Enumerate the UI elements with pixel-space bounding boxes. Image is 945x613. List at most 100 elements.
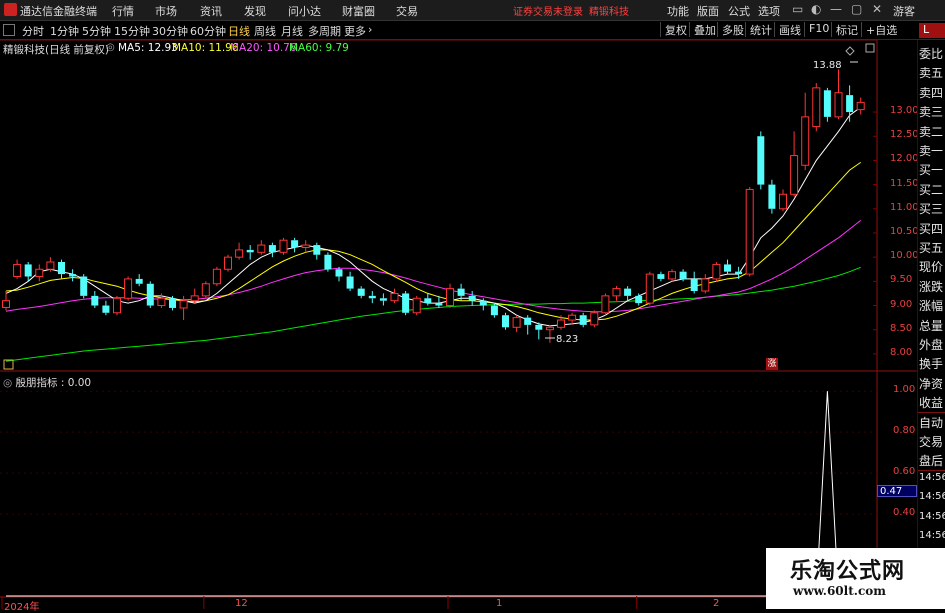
candle-body-down bbox=[80, 276, 88, 296]
candle bbox=[846, 85, 854, 122]
candle bbox=[690, 271, 698, 294]
candle bbox=[812, 83, 821, 132]
sidebar-item[interactable]: 涨跌 bbox=[919, 278, 945, 295]
crosshair-value-box: 0.47 bbox=[877, 485, 917, 497]
candle-body-down bbox=[657, 274, 665, 279]
candle-body-up bbox=[301, 244, 310, 248]
sidebar-item[interactable]: 涨幅 bbox=[919, 297, 945, 314]
candle bbox=[512, 315, 521, 333]
sidebar-item[interactable]: 自动 bbox=[919, 414, 945, 431]
sidebar-item[interactable]: 盘后 bbox=[919, 452, 945, 469]
x-tick-year: 2024年 bbox=[4, 602, 40, 613]
sidebar-item[interactable]: 卖五 bbox=[919, 64, 945, 81]
candle bbox=[579, 312, 587, 328]
candle-body-down bbox=[69, 274, 77, 277]
sidebar-item[interactable]: 卖一 bbox=[919, 142, 945, 159]
y-tick-label: 12.50 bbox=[890, 129, 919, 141]
sidebar-item[interactable]: 14:56 bbox=[919, 491, 945, 502]
candle bbox=[590, 310, 599, 328]
candle-body-up bbox=[235, 249, 244, 258]
ma60-line bbox=[5, 266, 861, 362]
candle bbox=[446, 283, 454, 308]
sidebar-item[interactable]: 买一 bbox=[919, 161, 945, 178]
candle bbox=[490, 303, 498, 318]
candle-body-down bbox=[424, 298, 432, 304]
sidebar-item[interactable]: 现价 bbox=[919, 258, 945, 275]
sidebar-item[interactable]: 净资 bbox=[919, 375, 945, 392]
sidebar-item[interactable]: 外盘 bbox=[919, 336, 945, 353]
sidebar-item[interactable]: 收益 bbox=[919, 394, 945, 411]
candle bbox=[80, 274, 88, 299]
candle-body-up bbox=[590, 312, 599, 326]
candle-body-up bbox=[512, 317, 521, 328]
candle bbox=[735, 266, 743, 279]
sidebar-item[interactable]: 14:56 bbox=[919, 530, 945, 541]
candle-body-up bbox=[13, 263, 22, 278]
sidebar-item[interactable]: 14:56 bbox=[919, 511, 945, 522]
candle bbox=[135, 274, 143, 287]
candle-body-up bbox=[545, 326, 554, 331]
candle-body-up bbox=[212, 268, 221, 285]
candle-body-down bbox=[502, 315, 509, 328]
candle bbox=[757, 131, 765, 190]
sidebar-item[interactable]: 总量 bbox=[919, 317, 945, 334]
candle-body-up bbox=[412, 297, 421, 314]
panel-close-icon[interactable] bbox=[865, 43, 875, 53]
candle-body-down bbox=[346, 276, 354, 289]
candle bbox=[146, 281, 154, 308]
candle bbox=[324, 252, 332, 272]
x-tick-jan: 1 bbox=[496, 598, 503, 609]
sidebar-item[interactable]: 卖二 bbox=[919, 123, 945, 140]
marker-diamond-icon[interactable] bbox=[845, 46, 855, 56]
candle-body-down bbox=[757, 136, 765, 185]
kline-chart[interactable]: 13.88 8.23 bbox=[0, 0, 945, 609]
sidebar-item[interactable]: 买二 bbox=[919, 181, 945, 198]
sidebar-item[interactable]: 换手 bbox=[919, 355, 945, 372]
candle bbox=[502, 312, 509, 330]
sidebar-item[interactable]: 买五 bbox=[919, 239, 945, 256]
high-label: 13.88 bbox=[813, 60, 842, 71]
candle-body-up bbox=[179, 300, 188, 309]
candle bbox=[301, 240, 310, 253]
candle bbox=[412, 295, 421, 316]
candle-body-up bbox=[190, 295, 199, 302]
y-tick-label: 8.00 bbox=[890, 346, 913, 358]
sidebar-item[interactable]: 卖四 bbox=[919, 84, 945, 101]
candle-body-up bbox=[201, 283, 210, 297]
candle-body-up bbox=[856, 101, 865, 111]
candle bbox=[601, 293, 610, 316]
candle-body-up bbox=[557, 319, 565, 328]
candle-body-up bbox=[779, 193, 787, 210]
candle bbox=[612, 286, 621, 301]
candle-body-down bbox=[169, 298, 176, 308]
candle bbox=[235, 242, 244, 260]
candle-body-up bbox=[834, 92, 843, 118]
low-label: 8.23 bbox=[556, 334, 578, 345]
candle-body-down bbox=[635, 295, 643, 304]
sidebar-item[interactable]: 14:56 bbox=[919, 472, 945, 483]
y-tick-label: 13.00 bbox=[890, 105, 919, 117]
watermark-title: 乐淘公式网 bbox=[790, 558, 906, 584]
candle bbox=[2, 291, 10, 311]
candle-body-down bbox=[846, 95, 854, 113]
candle bbox=[801, 92, 810, 171]
candle-body-up bbox=[812, 87, 821, 128]
candle-body-down bbox=[690, 278, 698, 292]
limit-up-badge[interactable]: 涨 bbox=[766, 358, 778, 370]
indicator-line bbox=[6, 391, 850, 597]
candle bbox=[402, 291, 410, 316]
candle bbox=[257, 240, 266, 255]
candle bbox=[346, 271, 354, 292]
candle bbox=[823, 87, 831, 122]
sidebar-item[interactable]: 交易 bbox=[919, 433, 945, 450]
sidebar-item[interactable]: 买三 bbox=[919, 200, 945, 217]
candle-body-down bbox=[490, 305, 498, 316]
candle-body-up bbox=[157, 297, 166, 307]
sidebar-item[interactable]: 卖三 bbox=[919, 103, 945, 120]
candle-body-up bbox=[113, 297, 121, 314]
candle bbox=[124, 276, 133, 301]
candle-body-down bbox=[768, 184, 776, 209]
candle-body-down bbox=[357, 288, 365, 296]
sidebar-item[interactable]: 买四 bbox=[919, 220, 945, 237]
sidebar-item[interactable]: 委比 bbox=[919, 45, 945, 62]
